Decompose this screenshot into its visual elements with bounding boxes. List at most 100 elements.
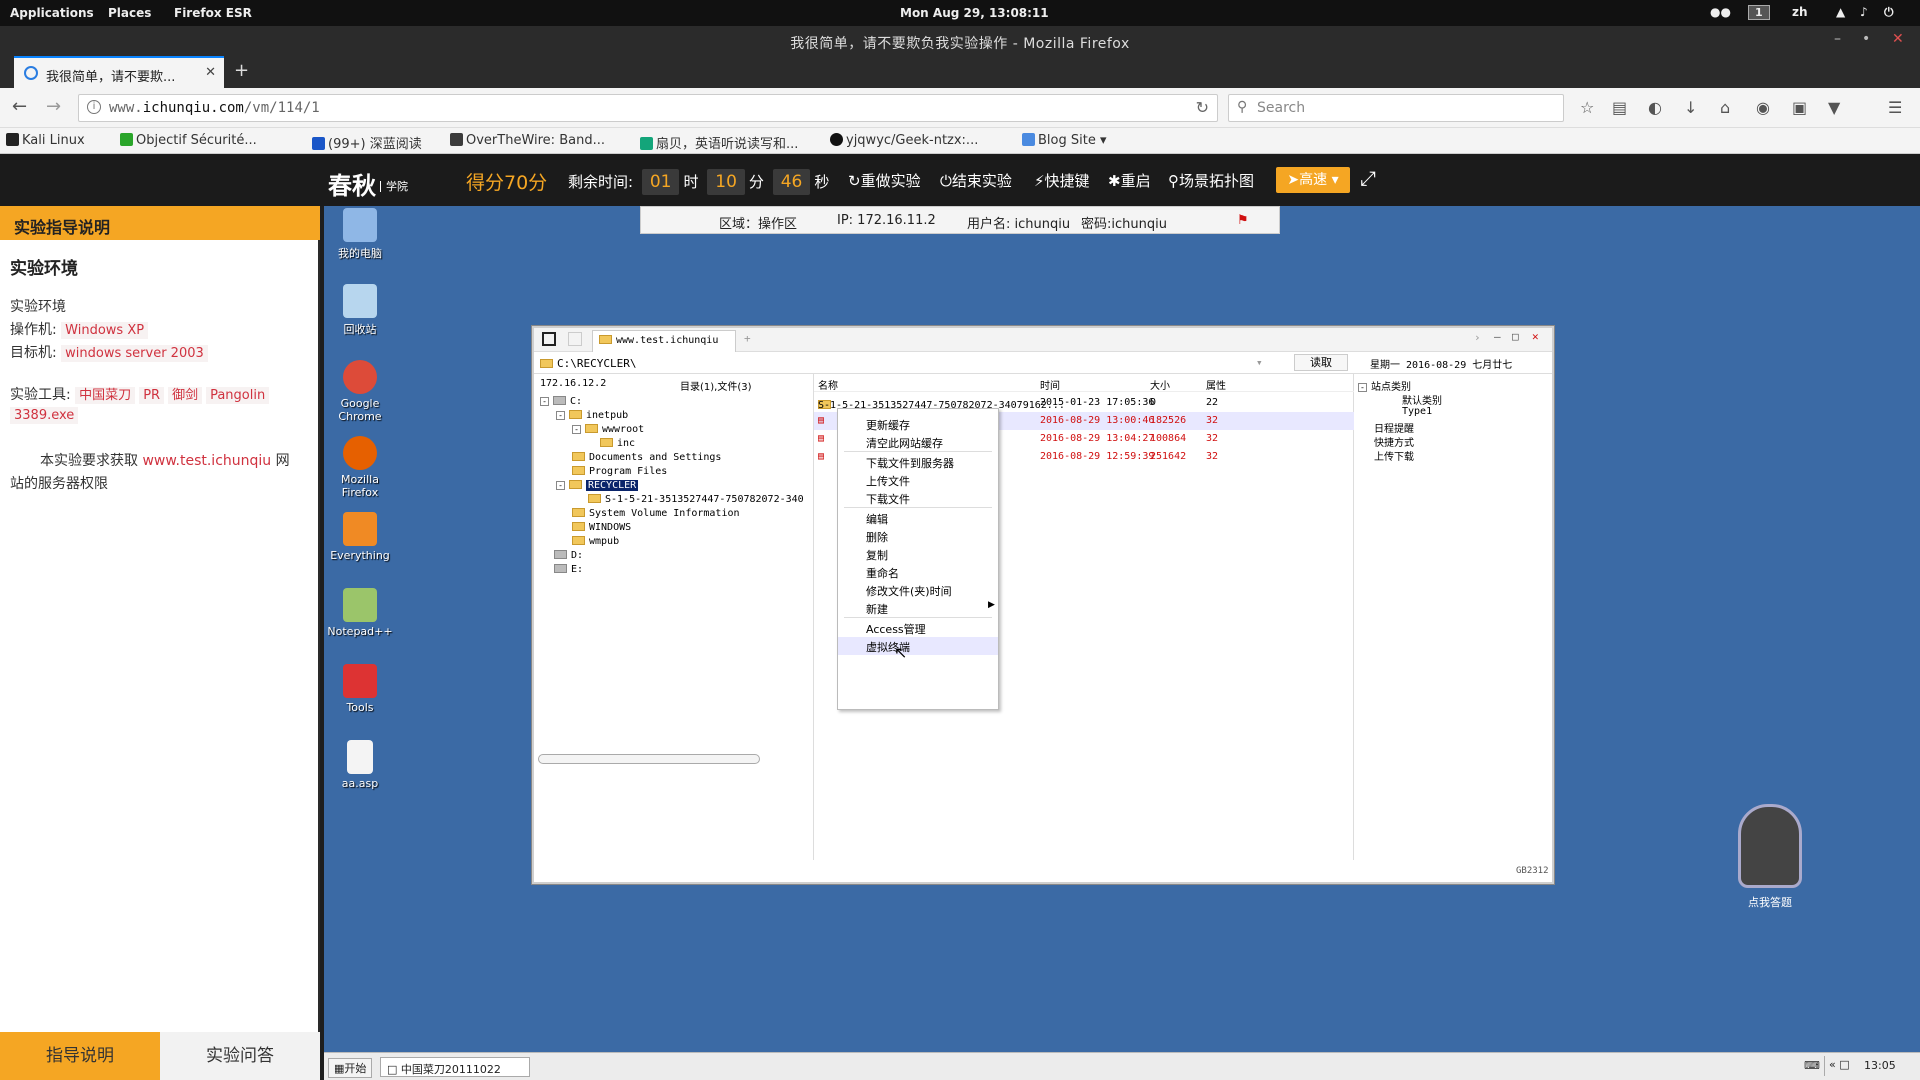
- pin-icon[interactable]: ⚑: [1237, 213, 1249, 228]
- tree-folder[interactable]: wmpub: [572, 536, 619, 547]
- panel-toggle-icon[interactable]: [542, 332, 556, 346]
- collapse-icon[interactable]: -: [540, 397, 549, 406]
- addon-monitor-icon[interactable]: ▣: [1792, 98, 1807, 117]
- url-bar[interactable]: i www.ichunqiu.com/vm/114/1 ↻: [78, 94, 1218, 122]
- library-icon[interactable]: ▤: [1612, 98, 1627, 117]
- topology-button[interactable]: ⚲场景拓扑图: [1168, 170, 1254, 191]
- maximize-icon[interactable]: □: [1512, 330, 1519, 343]
- bookmark-item[interactable]: Kali Linux: [6, 133, 85, 148]
- language-indicator[interactable]: zh: [1792, 5, 1808, 19]
- volume-icon[interactable]: ♪: [1860, 5, 1868, 19]
- menu-item[interactable]: 下载文件到服务器: [866, 455, 954, 471]
- bookmark-item[interactable]: (99+) 深蓝阅读: [312, 133, 422, 152]
- end-lab-button[interactable]: ⏻结束实验: [940, 170, 1012, 191]
- bookmark-item[interactable]: yjqwyc/Geek-ntzx:...: [830, 133, 978, 148]
- tab-guide[interactable]: 指导说明: [0, 1032, 160, 1080]
- home-icon[interactable]: ⌂: [1720, 98, 1730, 117]
- menu-item[interactable]: 编辑: [866, 511, 888, 527]
- bookmark-folder[interactable]: Blog Site ▾: [1022, 133, 1107, 148]
- bookmark-item[interactable]: 扇贝，英语听说读写和...: [640, 133, 798, 152]
- side-item[interactable]: 快捷方式: [1374, 434, 1414, 449]
- side-item[interactable]: 上传下载: [1374, 448, 1414, 463]
- search-bar[interactable]: ⚲ Search: [1228, 94, 1564, 122]
- tree-folder[interactable]: inc: [600, 438, 635, 449]
- side-item[interactable]: Type1: [1402, 406, 1432, 417]
- maximize-icon[interactable]: •: [1862, 31, 1870, 47]
- directory-tree[interactable]: 172.16.12.2 目录(1),文件(3) - C: - inetpub - ww…: [534, 374, 814, 860]
- caidao-tab-site[interactable]: www.test.ichunqiu: [592, 330, 736, 352]
- desktop-icon-chrome[interactable]: Google Chrome: [324, 360, 396, 423]
- side-item[interactable]: 默认类别: [1402, 392, 1442, 407]
- tree-folder[interactable]: Program Files: [572, 466, 667, 477]
- menu-item[interactable]: 复制: [866, 547, 888, 563]
- users-icon[interactable]: ●●: [1710, 5, 1731, 19]
- collapse-icon[interactable]: -: [556, 411, 565, 420]
- col-time[interactable]: 时间: [1040, 377, 1060, 392]
- collapse-icon[interactable]: -: [572, 425, 581, 434]
- forward-icon[interactable]: →: [46, 96, 61, 117]
- tree-drive-c[interactable]: - C:: [540, 396, 582, 407]
- addon-dropdown-icon[interactable]: ▼: [1828, 98, 1840, 117]
- hamburger-menu-icon[interactable]: ☰: [1888, 98, 1902, 117]
- desktop-icon-notepadpp[interactable]: Notepad++: [324, 588, 396, 638]
- shortcut-button[interactable]: ⚡快捷键: [1034, 170, 1090, 191]
- keyboard-icon[interactable]: ⌨: [1804, 1059, 1820, 1072]
- horizontal-scrollbar[interactable]: [538, 754, 760, 764]
- system-clock[interactable]: Mon Aug 29, 13:08:11: [900, 6, 1049, 20]
- browser-tab-active[interactable]: 我很简单，请不要欺... ✕: [14, 56, 224, 88]
- collapse-icon[interactable]: -: [556, 481, 565, 490]
- active-app-menu[interactable]: Firefox ESR: [174, 6, 252, 20]
- new-tab-icon[interactable]: +: [234, 60, 249, 81]
- minimize-icon[interactable]: –: [1834, 31, 1841, 47]
- side-item[interactable]: 日程提醒: [1374, 420, 1414, 435]
- places-menu[interactable]: Places: [108, 6, 151, 20]
- path-field[interactable]: C:\RECYCLER\: [540, 357, 636, 370]
- tree-folder[interactable]: System Volume Information: [572, 508, 740, 519]
- side-item[interactable]: - 站点类别: [1358, 378, 1411, 393]
- desktop-icon-my-computer[interactable]: 我的电脑: [324, 208, 396, 261]
- home-tab-icon[interactable]: [568, 332, 582, 346]
- col-name[interactable]: 名称: [818, 377, 838, 392]
- tree-drive-e[interactable]: E:: [554, 564, 583, 575]
- pocket-icon[interactable]: ◐: [1648, 98, 1662, 117]
- speed-dropdown[interactable]: ➤高速 ▾: [1276, 167, 1350, 193]
- menu-item-hover[interactable]: 虚拟终端: [838, 637, 998, 655]
- menu-item[interactable]: 下载文件: [866, 491, 910, 507]
- target-site-link[interactable]: www.test.ichunqiu: [142, 453, 271, 469]
- menu-item-submenu[interactable]: 新建: [866, 601, 888, 617]
- tree-drive-d[interactable]: D:: [554, 550, 583, 561]
- tree-folder[interactable]: - wwwroot: [572, 424, 644, 435]
- collapse-icon[interactable]: -: [1358, 383, 1367, 392]
- menu-item[interactable]: 修改文件(夹)时间: [866, 583, 952, 599]
- workspace-indicator[interactable]: 1: [1748, 5, 1770, 20]
- wifi-icon[interactable]: ▲: [1836, 5, 1845, 19]
- back-icon[interactable]: ←: [12, 96, 27, 117]
- url-text[interactable]: www.ichunqiu.com/vm/114/1: [109, 100, 320, 116]
- read-button[interactable]: 读取: [1294, 354, 1348, 371]
- site-info-icon[interactable]: i: [87, 100, 101, 114]
- menu-item[interactable]: 更新缓存: [866, 417, 910, 433]
- tray-expand-icon[interactable]: « □: [1824, 1056, 1854, 1076]
- remote-desktop[interactable]: 区域：操作区 IP: 172.16.11.2 用户名: ichunqiu 密码:…: [324, 206, 1920, 1080]
- tree-folder-selected[interactable]: - RECYCLER: [556, 480, 639, 491]
- taskbar-item-caidao[interactable]: □ 中国菜刀20111022: [380, 1057, 530, 1077]
- desktop-icon-aa-asp[interactable]: aa.asp: [324, 740, 396, 790]
- close-icon[interactable]: ✕: [1532, 330, 1539, 343]
- bookmark-star-icon[interactable]: ☆: [1580, 98, 1594, 117]
- answer-robot[interactable]: 点我答题: [1724, 804, 1816, 910]
- desktop-icon-recycle-bin[interactable]: 回收站: [324, 284, 396, 337]
- col-size[interactable]: 大小: [1150, 377, 1170, 392]
- close-tab-icon[interactable]: ✕: [205, 65, 216, 80]
- ichunqiu-logo[interactable]: 春秋 学院: [328, 166, 408, 201]
- tab-qa[interactable]: 实验问答: [160, 1032, 320, 1080]
- menu-item[interactable]: 清空此网站缓存: [866, 435, 943, 451]
- col-attr[interactable]: 属性: [1206, 377, 1226, 392]
- bookmark-item[interactable]: OverTheWire: Band...: [450, 133, 605, 148]
- tree-folder[interactable]: WINDOWS: [572, 522, 631, 533]
- menu-item[interactable]: 上传文件: [866, 473, 910, 489]
- reload-icon[interactable]: ↻: [1196, 98, 1209, 117]
- tree-folder[interactable]: - inetpub: [556, 410, 628, 421]
- restart-button[interactable]: ✱重启: [1108, 170, 1151, 191]
- menu-item[interactable]: Access管理: [866, 621, 926, 637]
- menu-item[interactable]: 重命名: [866, 565, 899, 581]
